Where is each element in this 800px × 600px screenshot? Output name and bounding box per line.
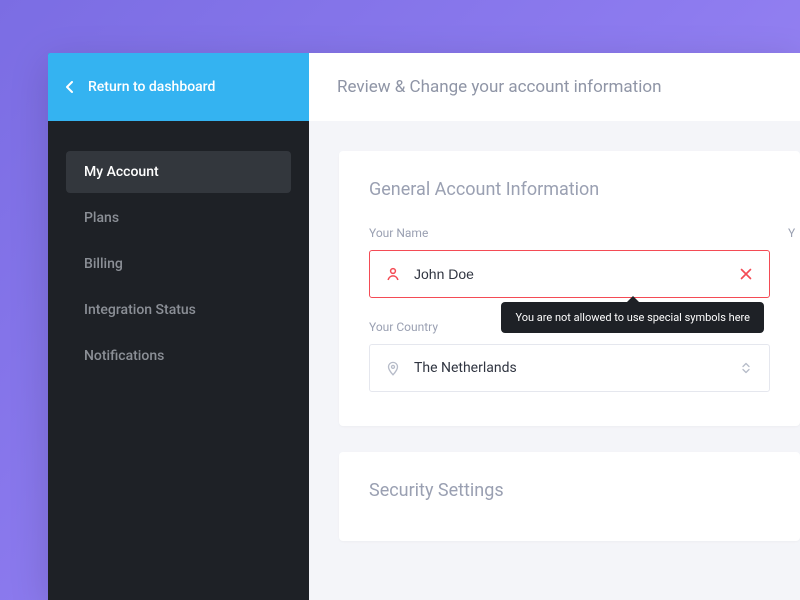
sidebar: Return to dashboard My Account Plans Bil…: [48, 53, 309, 600]
select-stepper: [737, 359, 755, 377]
general-card-title: General Account Information: [369, 179, 770, 200]
country-field-label: Your Country: [369, 320, 770, 334]
country-value: The Netherlands: [414, 360, 725, 376]
sidebar-nav: My Account Plans Billing Integration Sta…: [48, 121, 309, 407]
general-account-card: General Account Information Your Name: [339, 151, 800, 426]
country-select[interactable]: The Netherlands: [369, 344, 770, 392]
return-label: Return to dashboard: [88, 79, 215, 95]
sidebar-item-billing[interactable]: Billing: [66, 243, 291, 285]
clear-input-button[interactable]: [737, 265, 755, 283]
country-field-group: Your Country The Netherlands: [369, 320, 770, 392]
security-settings-card: Security Settings: [339, 452, 800, 541]
location-pin-icon: [384, 359, 402, 377]
main-panel: Review & Change your account information…: [309, 53, 800, 600]
chevron-up-down-icon: [737, 359, 755, 377]
name-field-group: Your Name: [369, 226, 770, 298]
security-card-title: Security Settings: [369, 480, 770, 501]
return-to-dashboard-button[interactable]: Return to dashboard: [48, 53, 309, 121]
sidebar-item-my-account[interactable]: My Account: [66, 151, 291, 193]
content-area: General Account Information Your Name: [309, 121, 800, 541]
truncated-right-label: Y: [788, 226, 800, 240]
sidebar-item-notifications[interactable]: Notifications: [66, 335, 291, 377]
app-background: Return to dashboard My Account Plans Bil…: [0, 0, 800, 600]
app-window: Return to dashboard My Account Plans Bil…: [48, 53, 800, 600]
sidebar-item-plans[interactable]: Plans: [66, 197, 291, 239]
chevron-left-icon: [66, 81, 74, 93]
page-title: Review & Change your account information: [337, 77, 661, 97]
name-input[interactable]: [414, 266, 725, 282]
page-header: Review & Change your account information: [309, 53, 800, 121]
person-icon: [384, 265, 402, 283]
sidebar-item-integration-status[interactable]: Integration Status: [66, 289, 291, 331]
name-input-wrap: [369, 250, 770, 298]
name-field-label: Your Name: [369, 226, 770, 240]
close-icon: [737, 265, 755, 283]
